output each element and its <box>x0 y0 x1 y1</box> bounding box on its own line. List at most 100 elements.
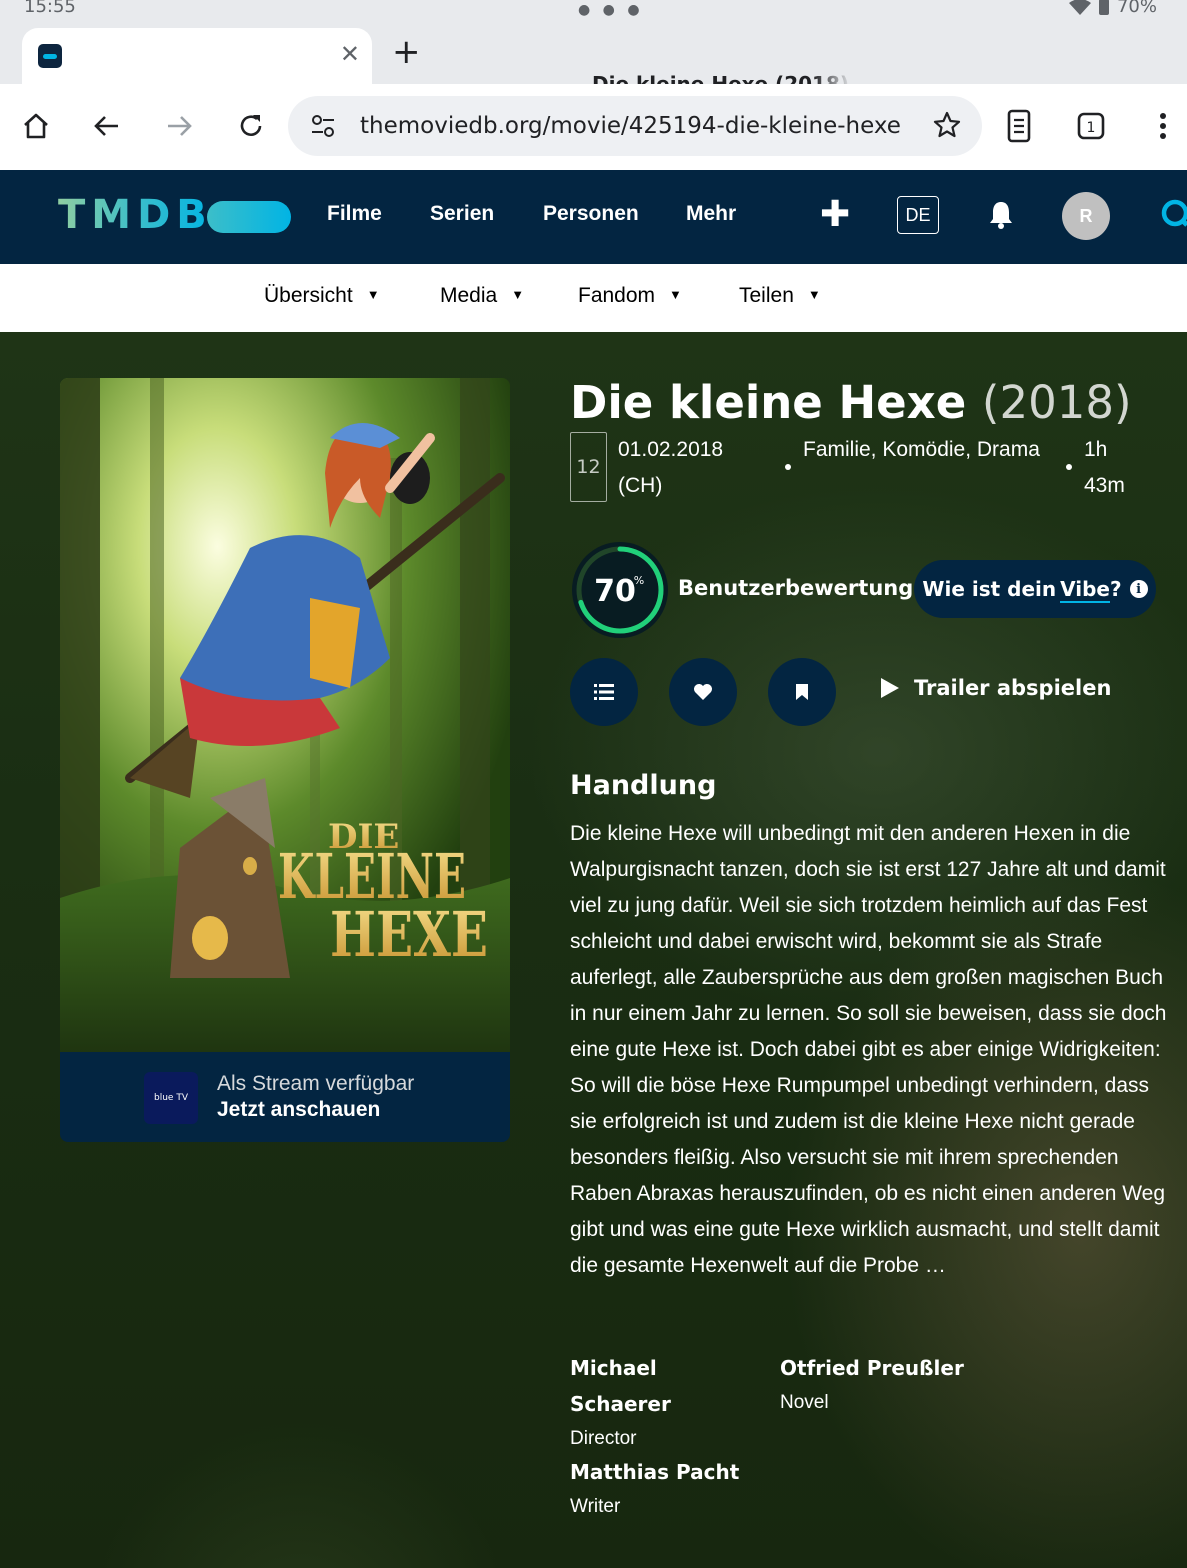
play-icon <box>881 678 899 698</box>
new-tab-icon[interactable]: + <box>392 32 421 72</box>
vibe-word: Vibe <box>1060 577 1110 603</box>
status-bar: 15:55 ● ● ● 70% <box>0 0 1187 26</box>
bell-icon[interactable] <box>988 200 1014 234</box>
battery-icon <box>1098 0 1109 15</box>
tab-switcher-icon[interactable]: 1 <box>1071 106 1111 146</box>
crew-name-line2[interactable]: Schaerer <box>570 1386 671 1422</box>
nav-serien[interactable]: Serien <box>430 202 494 226</box>
overview-text: Die kleine Hexe will unbedingt mit den a… <box>570 822 1167 1277</box>
bookmark-icon <box>796 684 808 700</box>
poster-title-line3: HEXE <box>330 898 488 971</box>
vibe-prefix: Wie ist dein <box>922 577 1057 601</box>
user-score-label: Benutzerbewertung <box>678 576 914 600</box>
address-bar[interactable]: themoviedb.org/movie/425194-die-kleine-h… <box>288 96 982 156</box>
genres[interactable]: Familie, Komödie, Drama <box>803 432 1040 468</box>
subnav-uebersicht-label: Übersicht <box>264 284 353 307</box>
release-date: 01.02.2018 (CH) <box>618 432 723 504</box>
nav-filme[interactable]: Filme <box>327 202 382 226</box>
crew-member: Otfried Preußler Novel <box>780 1350 964 1420</box>
user-score-chart[interactable]: 70 % <box>572 542 668 638</box>
movie-subnav: Übersicht ▼ Media ▼ Fandom ▼ Teilen ▼ <box>0 264 1187 332</box>
watch-now-link[interactable]: Jetzt anschauen <box>217 1098 380 1122</box>
separator-dot <box>1066 464 1072 470</box>
favorite-button[interactable] <box>669 658 737 726</box>
browser-menu-icon[interactable] <box>1143 106 1183 146</box>
heart-icon <box>694 684 712 700</box>
crew-job: Writer <box>570 1496 621 1517</box>
browser-toolbar: themoviedb.org/movie/425194-die-kleine-h… <box>0 84 1187 170</box>
list-icon <box>594 684 614 700</box>
tmdb-favicon-icon <box>38 44 62 68</box>
movie-poster[interactable]: DIE KLEINE HEXE <box>60 378 510 1052</box>
bookmark-star-icon[interactable] <box>932 110 962 144</box>
crew-job: Director <box>570 1428 637 1449</box>
battery-level: 70% <box>1116 0 1157 17</box>
add-icon[interactable]: ✚ <box>820 194 850 235</box>
crew-name[interactable]: Otfried Preußler <box>780 1350 964 1386</box>
tmdb-logo[interactable]: TMDB <box>58 192 213 238</box>
release-date-value: 01.02.2018 <box>618 438 724 461</box>
caret-down-icon: ▼ <box>366 287 380 302</box>
crew-name-line1[interactable]: Michael <box>570 1350 671 1386</box>
close-tab-icon[interactable]: ✕ <box>340 40 360 68</box>
crew-member: Michael Schaerer Director <box>570 1350 671 1456</box>
tab-strip: Die kleine Hexe (2018) — The Movie Datab… <box>0 26 1187 96</box>
caret-down-icon: ▼ <box>511 287 525 302</box>
caret-down-icon: ▼ <box>807 287 821 302</box>
movie-year: (2018) <box>981 376 1132 429</box>
subnav-media[interactable]: Media ▼ <box>440 284 524 308</box>
status-time: 15:55 <box>24 0 76 17</box>
wifi-icon <box>1068 0 1091 15</box>
url-text[interactable]: themoviedb.org/movie/425194-die-kleine-h… <box>360 113 901 139</box>
browser-tab[interactable]: Die kleine Hexe (2018) — The Movie Datab… <box>22 28 852 96</box>
stream-available-text: Als Stream verfügbar <box>217 1072 415 1095</box>
subnav-fandom-label: Fandom <box>578 284 656 307</box>
provider-logo[interactable]: blue TV <box>144 1072 198 1124</box>
language-button[interactable]: DE <box>897 196 939 234</box>
movie-title-text[interactable]: Die kleine Hexe <box>570 376 966 429</box>
subnav-teilen-label: Teilen <box>739 284 794 307</box>
runtime-hours: 1h <box>1084 438 1108 461</box>
subnav-teilen[interactable]: Teilen ▼ <box>739 284 821 308</box>
caret-down-icon: ▼ <box>669 287 682 302</box>
movie-hero: DIE KLEINE HEXE blue TV Als Stream verfü… <box>0 332 1187 1568</box>
play-trailer-button[interactable]: Trailer abspielen <box>878 676 1111 700</box>
site-settings-icon[interactable] <box>310 113 336 143</box>
info-icon: i <box>1129 580 1148 598</box>
overview-heading: Handlung <box>570 770 717 801</box>
poster-image: DIE KLEINE HEXE <box>60 378 510 1052</box>
nav-mehr[interactable]: Mehr <box>686 202 736 226</box>
reader-mode-icon[interactable] <box>999 106 1039 146</box>
subnav-uebersicht[interactable]: Übersicht ▼ <box>264 284 380 308</box>
score-unit: % <box>634 574 644 587</box>
status-indicators: 70% <box>1068 0 1157 17</box>
score-value: 70 <box>594 574 636 609</box>
runtime-minutes: 43m <box>1084 474 1125 497</box>
certification-badge: 12 <box>570 432 607 502</box>
vibe-button[interactable]: Wie ist dein Vibe? i <box>914 560 1156 618</box>
search-icon[interactable] <box>1158 196 1187 238</box>
more-dots-icon: ● ● ● <box>578 2 644 18</box>
back-arrow-icon[interactable] <box>87 106 127 146</box>
watchlist-button[interactable] <box>768 658 836 726</box>
crew-member: Matthias Pacht Writer <box>570 1454 739 1524</box>
forward-arrow-icon[interactable] <box>159 106 199 146</box>
release-country: (CH) <box>618 474 663 497</box>
nav-personen[interactable]: Personen <box>543 202 639 226</box>
home-icon[interactable] <box>16 106 56 146</box>
subnav-media-label: Media <box>440 284 498 307</box>
movie-title: Die kleine Hexe (2018) <box>570 376 1132 429</box>
stream-banner[interactable]: blue TV Als Stream verfügbar Jetzt ansch… <box>60 1052 510 1142</box>
svg-text:1: 1 <box>1087 120 1096 136</box>
add-to-list-button[interactable] <box>570 658 638 726</box>
tmdb-logo-pill-icon <box>207 201 291 233</box>
subnav-fandom[interactable]: Fandom ▼ <box>578 284 682 308</box>
user-avatar[interactable]: R <box>1062 192 1110 240</box>
runtime: 1h 43m <box>1084 432 1125 504</box>
crew-job: Novel <box>780 1392 829 1413</box>
site-header: TMDB Filme Serien Personen Mehr ✚ DE R <box>0 170 1187 264</box>
reload-icon[interactable] <box>231 106 271 146</box>
play-trailer-label: Trailer abspielen <box>914 676 1112 700</box>
vibe-suffix: ? <box>1109 577 1122 601</box>
crew-name[interactable]: Matthias Pacht <box>570 1454 739 1490</box>
